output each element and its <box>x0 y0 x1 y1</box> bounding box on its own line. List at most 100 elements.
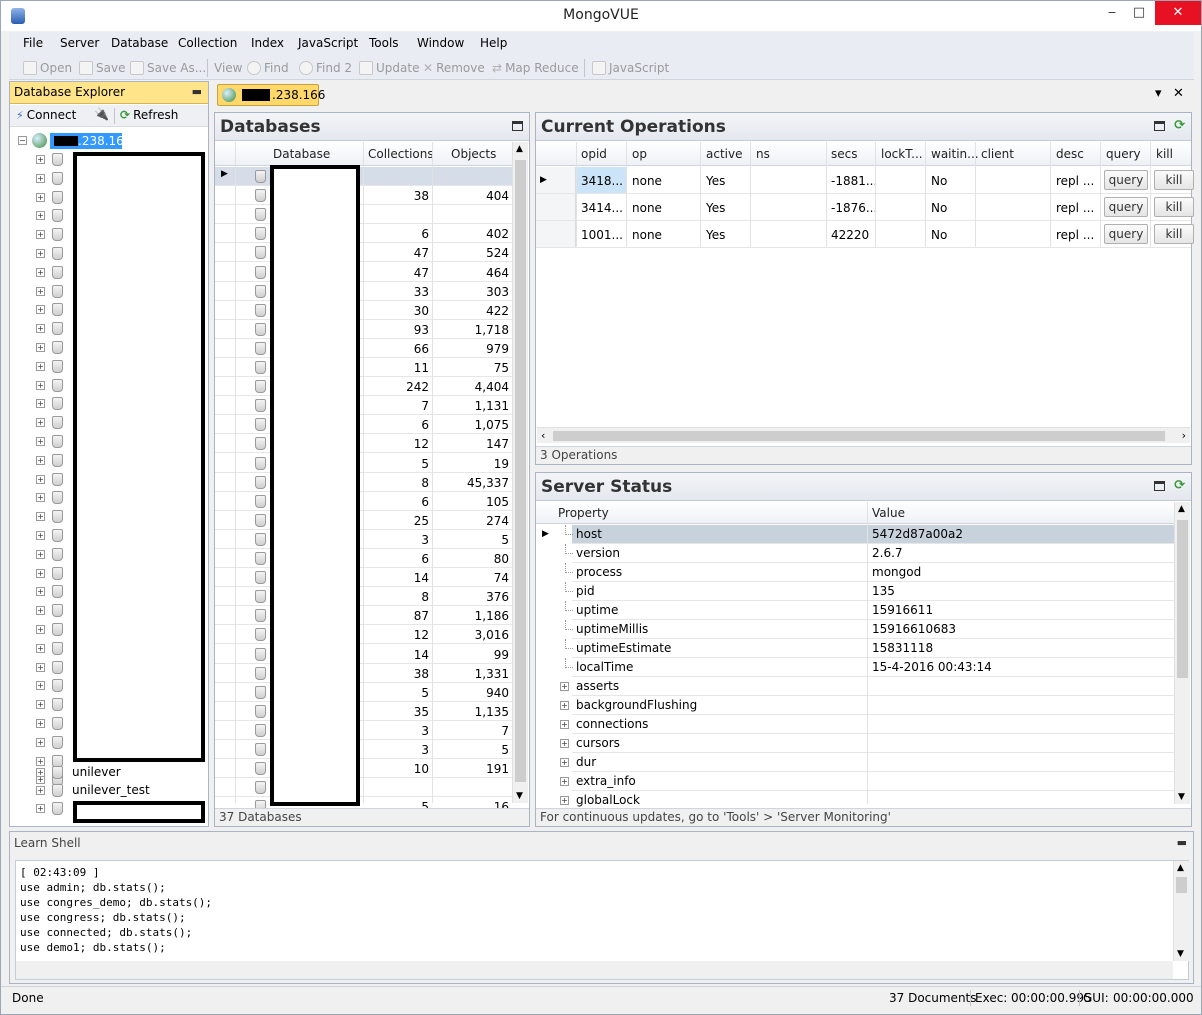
col-client[interactable]: client <box>981 147 1014 161</box>
menu-server[interactable]: Server <box>60 36 99 50</box>
col-query[interactable]: query <box>1106 147 1141 161</box>
expand-icon[interactable]: + <box>36 474 45 484</box>
col-ns[interactable]: ns <box>756 147 770 161</box>
status-scrollbar[interactable]: ▲ ▼ <box>1174 502 1190 804</box>
expand-icon[interactable]: + <box>36 343 45 352</box>
col-lock[interactable]: lockT... <box>881 147 923 161</box>
table-row[interactable]: 3414... none Yes -1876... No repl ... query kil… <box>536 194 1194 221</box>
open-button[interactable]: Open <box>23 59 72 77</box>
expand-icon[interactable]: + <box>36 305 45 315</box>
expand-icon[interactable]: + <box>36 606 45 616</box>
table-row[interactable]: uptimeEstimate 15831118 <box>536 639 1174 658</box>
query-button[interactable]: query <box>1104 170 1148 190</box>
expand-icon[interactable]: + <box>36 531 45 540</box>
expand-icon[interactable]: + <box>36 437 45 446</box>
menu-database[interactable]: Database <box>111 36 168 50</box>
operations-hscrollbar[interactable]: ‹ › <box>537 427 1190 443</box>
table-row[interactable]: + asserts <box>536 677 1174 696</box>
scroll-up-icon[interactable]: ▲ <box>516 144 523 154</box>
table-row[interactable]: + connections <box>536 715 1174 734</box>
col-database[interactable]: Database <box>273 147 330 161</box>
expand-icon[interactable]: + <box>36 719 45 728</box>
expand-icon[interactable]: + <box>36 568 45 578</box>
databases-scrollbar[interactable]: ▲ ▼ <box>512 142 528 803</box>
expand-icon[interactable]: + <box>36 737 45 747</box>
pin-icon[interactable]: ▬ <box>192 85 202 98</box>
menu-window[interactable]: Window <box>417 36 464 50</box>
tree-item-unilever[interactable]: + unilever <box>10 764 208 782</box>
javascript-button[interactable]: JavaScript <box>592 59 669 77</box>
table-row[interactable]: 1001... none Yes 42220 No repl ... query kill <box>536 221 1194 248</box>
shell-hscrollbar[interactable] <box>16 961 1173 979</box>
expand-icon[interactable]: + <box>36 455 45 465</box>
save-as-button[interactable]: Save As... <box>130 59 206 77</box>
expand-icon[interactable]: + <box>560 796 569 805</box>
expand-icon[interactable]: + <box>36 643 45 653</box>
save-button[interactable]: Save <box>79 59 125 77</box>
maximize-panel-icon[interactable] <box>1154 481 1165 491</box>
kill-button[interactable]: kill <box>1154 197 1194 217</box>
scroll-down-icon[interactable]: ▼ <box>1177 949 1184 959</box>
refresh-button[interactable]: ⟳ Refresh <box>120 108 178 122</box>
expand-icon[interactable]: + <box>36 512 45 522</box>
col-active[interactable]: active <box>706 147 742 161</box>
expand-icon[interactable]: + <box>36 230 45 240</box>
maximize-panel-icon[interactable] <box>512 121 523 131</box>
scroll-down-icon[interactable]: ▼ <box>1178 792 1185 802</box>
table-row[interactable]: localTime 15-4-2016 00:43:14 <box>536 658 1174 677</box>
expand-icon[interactable]: + <box>36 625 45 634</box>
col-value[interactable]: Value <box>872 506 905 520</box>
pin-icon[interactable]: ▬ <box>1177 836 1187 849</box>
menu-index[interactable]: Index <box>251 36 284 50</box>
expand-icon[interactable]: + <box>560 682 569 691</box>
find-button[interactable]: Find <box>247 59 289 77</box>
expand-icon[interactable]: + <box>36 681 45 691</box>
expand-icon[interactable]: + <box>36 173 45 183</box>
collapse-icon[interactable]: − <box>18 136 27 145</box>
table-row[interactable]: process mongod <box>536 563 1174 582</box>
expand-icon[interactable]: + <box>36 700 45 710</box>
disconnect-icon[interactable]: 🔌 <box>94 107 109 121</box>
expand-icon[interactable]: + <box>36 380 45 390</box>
expand-icon[interactable]: + <box>36 418 45 428</box>
kill-button[interactable]: kill <box>1154 224 1194 244</box>
table-row[interactable]: uptimeMillis 15916610683 <box>536 620 1174 639</box>
shell-scrollbar[interactable]: ▲ ▼ <box>1173 861 1189 961</box>
query-button[interactable]: query <box>1104 224 1148 244</box>
menu-file[interactable]: File <box>23 36 43 50</box>
expand-icon[interactable]: + <box>36 155 45 164</box>
table-row[interactable]: uptime 15916611 <box>536 601 1174 620</box>
expand-icon[interactable]: + <box>36 192 45 202</box>
expand-icon[interactable]: + <box>36 549 45 559</box>
expand-icon[interactable]: + <box>36 786 45 795</box>
expand-icon[interactable]: + <box>36 587 45 597</box>
expand-icon[interactable]: + <box>36 361 45 371</box>
scroll-down-icon[interactable]: ▼ <box>516 791 523 801</box>
scroll-left-icon[interactable]: ‹ <box>541 429 545 442</box>
expand-icon[interactable]: + <box>36 324 45 334</box>
expand-icon[interactable]: + <box>36 768 45 777</box>
update-button[interactable]: Update <box>359 59 419 77</box>
expand-icon[interactable]: + <box>560 739 569 748</box>
col-opid[interactable]: opid <box>581 147 607 161</box>
remove-button[interactable]: ✕ Remove <box>423 59 485 77</box>
expand-icon[interactable]: + <box>560 777 569 786</box>
table-row[interactable]: + dur <box>536 753 1174 772</box>
table-row[interactable]: version 2.6.7 <box>536 544 1174 563</box>
close-button[interactable]: ✕ <box>1155 1 1201 25</box>
minimize-button[interactable]: ‒ <box>1099 1 1125 25</box>
menu-collection[interactable]: Collection <box>178 36 237 50</box>
maximize-button[interactable]: □ <box>1125 1 1153 25</box>
col-collections[interactable]: Collections <box>368 147 434 161</box>
scroll-up-icon[interactable]: ▲ <box>1178 504 1185 514</box>
tab-close-icon[interactable]: ✕ <box>1173 86 1184 101</box>
kill-button[interactable]: kill <box>1154 170 1194 190</box>
find2-button[interactable]: Find 2 <box>299 59 352 77</box>
expand-icon[interactable]: + <box>36 211 45 221</box>
col-waiting[interactable]: waitin... <box>931 147 979 161</box>
expand-icon[interactable]: + <box>36 267 45 277</box>
table-row[interactable]: pid 135 <box>536 582 1174 601</box>
shell-output[interactable]: [ 02:43:09 ] use admin; db.stats(); use co… <box>15 860 1189 980</box>
refresh-icon[interactable]: ⟳ <box>1174 478 1185 493</box>
table-row[interactable]: + cursors <box>536 734 1174 753</box>
